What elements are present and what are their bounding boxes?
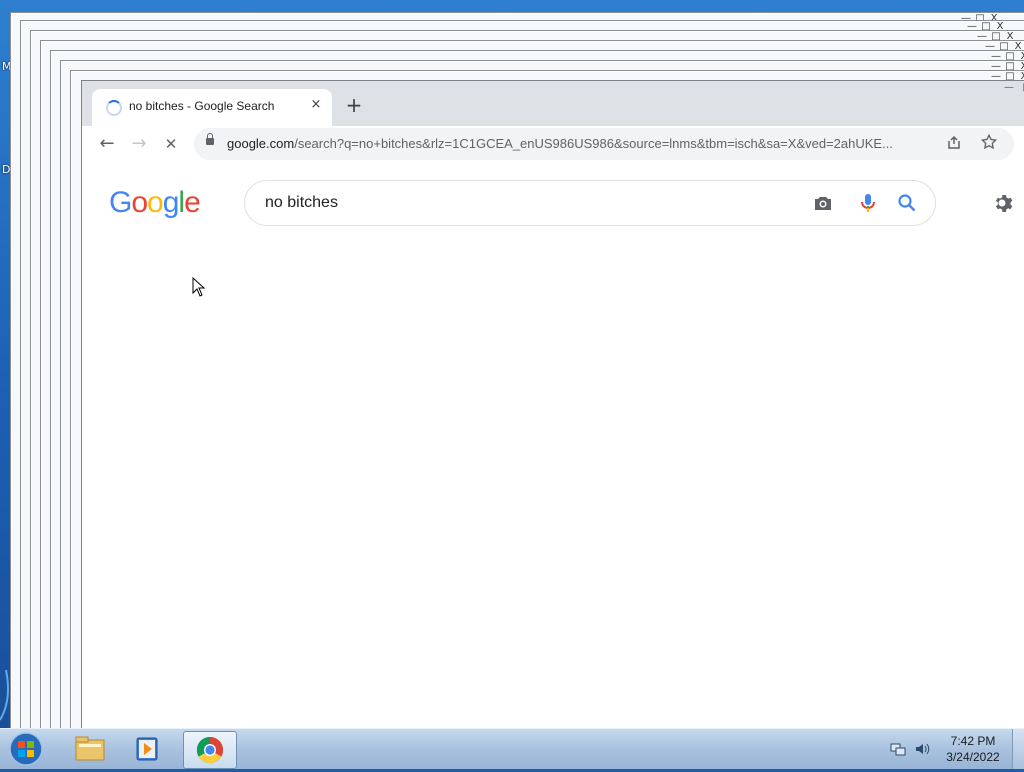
windows-start-icon[interactable] — [6, 731, 46, 767]
logo-letter: e — [184, 186, 201, 219]
media-player-icon — [136, 737, 158, 761]
lock-icon[interactable] — [206, 133, 214, 145]
search-input[interactable]: no bitches — [265, 194, 338, 212]
taskbar-file-explorer[interactable] — [64, 731, 116, 767]
page-content: Google no bitches — [82, 162, 1024, 728]
show-desktop-button[interactable] — [1012, 729, 1024, 769]
new-tab-button[interactable]: + — [344, 95, 364, 115]
clock-time: 7:42 PM — [950, 734, 996, 748]
tab-close-icon[interactable]: × — [308, 97, 324, 113]
address-bar[interactable]: google.com/search?q=no+bitches&rlz=1C1GC… — [194, 128, 1014, 160]
tab-title: no bitches - Google Search — [129, 99, 275, 113]
tab-strip: no bitches - Google Search × + — □ — [82, 81, 1024, 126]
star-icon[interactable] — [980, 133, 998, 151]
chrome-window[interactable]: no bitches - Google Search × + — □ ← → ✕… — [81, 80, 1024, 728]
microphone-icon[interactable] — [856, 191, 880, 215]
forward-button[interactable]: → — [127, 132, 151, 156]
back-button[interactable]: ← — [95, 132, 119, 156]
url-path: /search?q=no+bitches&rlz=1C1GCEA_enUS986… — [294, 136, 893, 151]
search-icon[interactable] — [895, 191, 919, 215]
network-icon[interactable] — [890, 741, 906, 757]
file-explorer-icon — [75, 736, 105, 761]
camera-icon[interactable] — [811, 191, 835, 215]
minimize-button[interactable]: — — [1000, 81, 1018, 97]
loading-spinner-icon — [106, 100, 122, 116]
settings-gear-icon[interactable] — [992, 191, 1016, 215]
system-clock[interactable]: 7:42 PM 3/24/2022 — [938, 733, 1008, 765]
logo-letter: o — [131, 186, 148, 219]
desktop: M D — □ X — □ X — □ X — □ X — □ X — □ X — □ X no bitch… — [0, 0, 1024, 728]
logo-letter: G — [109, 186, 132, 219]
logo-letter: g — [162, 186, 180, 219]
logo-letter: o — [147, 186, 164, 219]
google-logo[interactable]: Google — [109, 186, 201, 220]
taskbar-media-player[interactable] — [122, 731, 174, 767]
maximize-button[interactable]: □ — [1018, 81, 1024, 97]
tab-google-search[interactable]: no bitches - Google Search × — [92, 89, 332, 126]
url-host: google.com — [227, 136, 295, 151]
share-icon[interactable] — [946, 135, 962, 151]
taskbar: 7:42 PM 3/24/2022 — [0, 728, 1024, 769]
volume-icon[interactable] — [914, 741, 930, 757]
taskbar-chrome[interactable] — [183, 731, 237, 769]
stop-loading-button[interactable]: ✕ — [159, 132, 183, 156]
clock-date: 3/24/2022 — [946, 750, 1000, 764]
search-box[interactable]: no bitches — [244, 180, 936, 226]
url-text[interactable]: google.com/search?q=no+bitches&rlz=1C1GC… — [227, 136, 939, 151]
browser-toolbar: ← → ✕ google.com/search?q=no+bitches&rlz… — [82, 126, 1024, 162]
chrome-icon — [196, 736, 224, 764]
mouse-cursor-icon — [192, 277, 206, 297]
window-controls: — □ — [1000, 81, 1024, 97]
